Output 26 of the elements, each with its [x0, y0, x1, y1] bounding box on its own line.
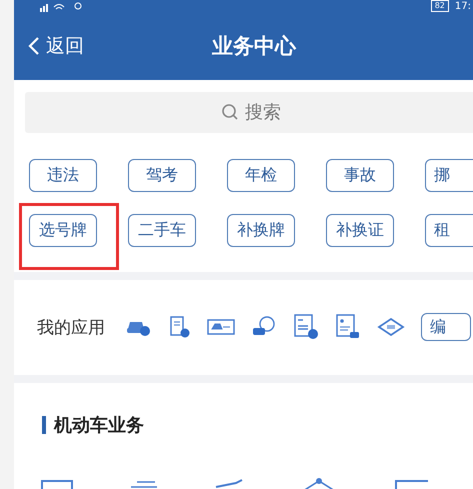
tag-button[interactable]: 补换证: [326, 214, 394, 247]
tag-button[interactable]: 选号牌: [29, 214, 97, 247]
monitor-icon[interactable]: [40, 477, 74, 489]
tag-button[interactable]: 年检: [227, 158, 295, 192]
back-button[interactable]: 返回: [28, 32, 84, 59]
battery-level: 82: [430, 0, 449, 12]
page-title: 业务中心: [212, 32, 296, 60]
certificate-icon[interactable]: [335, 314, 361, 340]
tag-button[interactable]: 补换牌: [227, 214, 295, 247]
tag-button[interactable]: 事故: [326, 158, 394, 192]
tag-button[interactable]: 驾考: [128, 158, 196, 192]
search-icon: [221, 103, 239, 122]
tag-button[interactable]: 挪: [425, 158, 473, 192]
search-field[interactable]: 搜索: [245, 102, 287, 123]
back-icon: [28, 36, 40, 56]
clock-time: 17:: [454, 2, 471, 12]
tag-button[interactable]: 租: [425, 214, 473, 247]
my-apps-label: 我的应用: [37, 316, 105, 339]
plate-icon[interactable]: [207, 319, 235, 336]
diamond-icon[interactable]: [377, 318, 405, 336]
tag-button[interactable]: 二手车: [128, 214, 196, 247]
section-title: 机动车业务: [54, 414, 144, 437]
frame-icon[interactable]: [394, 477, 428, 489]
edit-button[interactable]: 编: [421, 313, 471, 342]
tag-button[interactable]: 违法: [29, 158, 97, 192]
document-icon[interactable]: [293, 314, 319, 340]
